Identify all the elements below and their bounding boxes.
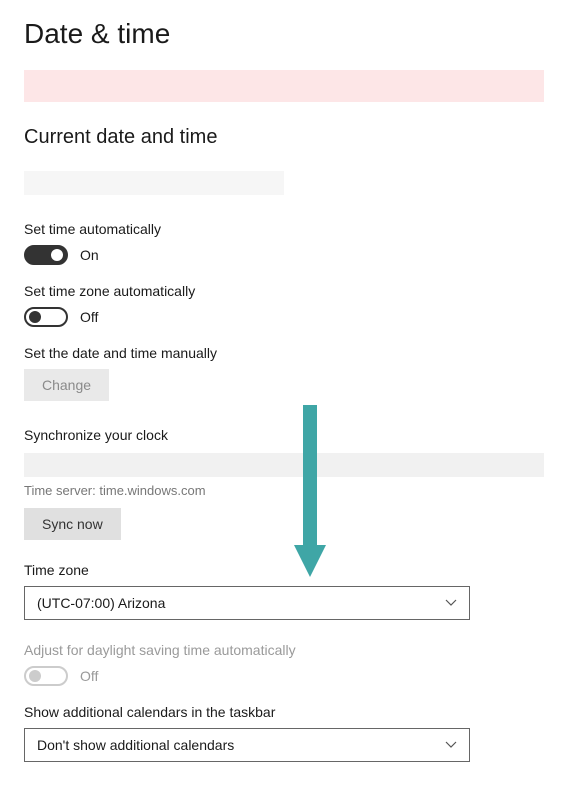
redacted-datetime <box>24 171 284 195</box>
label-set-tz-auto: Set time zone automatically <box>24 283 544 299</box>
chevron-down-icon <box>445 739 457 751</box>
timezone-dropdown[interactable]: (UTC-07:00) Arizona <box>24 586 470 620</box>
toggle-state-set-time-auto: On <box>80 247 99 263</box>
change-button[interactable]: Change <box>24 369 109 401</box>
toggle-set-tz-auto[interactable] <box>24 307 68 327</box>
calendars-dropdown[interactable]: Don't show additional calendars <box>24 728 470 762</box>
calendars-selected: Don't show additional calendars <box>37 737 234 753</box>
label-set-time-auto: Set time automatically <box>24 221 544 237</box>
label-set-manual: Set the date and time manually <box>24 345 544 361</box>
toggle-set-time-auto[interactable] <box>24 245 68 265</box>
redacted-sync-status <box>24 453 544 477</box>
sync-now-button[interactable]: Sync now <box>24 508 121 540</box>
toggle-state-dst: Off <box>80 668 98 684</box>
label-dst: Adjust for daylight saving time automati… <box>24 642 544 658</box>
label-calendars: Show additional calendars in the taskbar <box>24 704 544 720</box>
toggle-state-set-tz-auto: Off <box>80 309 98 325</box>
label-timezone: Time zone <box>24 562 544 578</box>
toggle-dst <box>24 666 68 686</box>
redacted-bar <box>24 70 544 102</box>
page-title: Date & time <box>24 18 544 50</box>
label-sync-clock: Synchronize your clock <box>24 427 544 443</box>
chevron-down-icon <box>445 597 457 609</box>
section-heading-current: Current date and time <box>24 126 544 149</box>
label-time-server: Time server: time.windows.com <box>24 483 544 498</box>
timezone-selected: (UTC-07:00) Arizona <box>37 595 165 611</box>
